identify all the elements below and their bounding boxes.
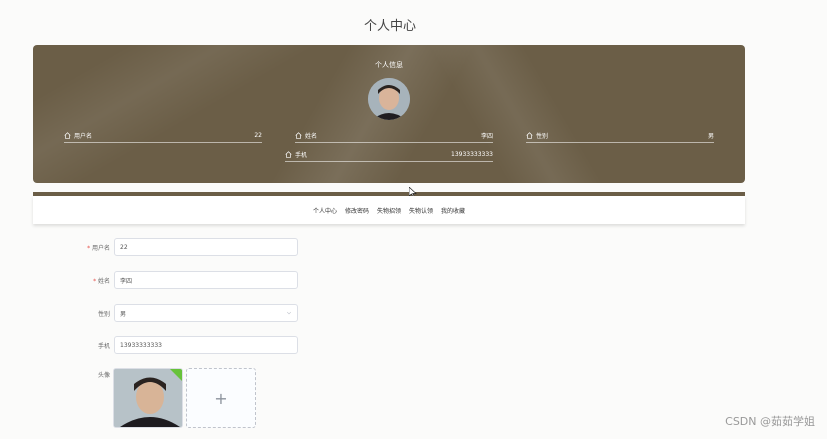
username-label: 用户名 — [91, 244, 110, 252]
form-row-name: * 姓名 李四 — [60, 271, 298, 289]
form-row-username: * 用户名 22 — [60, 238, 298, 256]
avatar-preview[interactable] — [113, 368, 183, 428]
banner-title: 个人信息 — [375, 61, 403, 69]
nav-item-profile[interactable]: 个人中心 — [313, 206, 337, 215]
nav-item-change-password[interactable]: 修改密码 — [345, 206, 369, 215]
gender-value: 男 — [120, 310, 127, 318]
required-mark: * — [93, 277, 97, 285]
info-label: 姓名 — [305, 132, 318, 140]
info-value: 13933333333 — [451, 150, 493, 158]
avatar-image — [368, 78, 410, 120]
name-label: 姓名 — [97, 277, 110, 285]
required-mark: * — [87, 244, 91, 252]
upload-success-icon — [170, 369, 182, 381]
info-value: 22 — [254, 131, 262, 139]
info-name: 姓名 李四 — [295, 128, 493, 143]
phone-input[interactable]: 13933333333 — [114, 336, 298, 354]
nav-item-favorites[interactable]: 我的收藏 — [441, 206, 465, 215]
gender-label: 性别 — [97, 310, 110, 318]
chevron-down-icon — [286, 311, 292, 315]
info-label: 性别 — [536, 132, 549, 140]
profile-avatar — [368, 78, 410, 120]
form-row-gender: 性别 男 — [60, 304, 298, 322]
form-row-phone: 手机 13933333333 — [60, 336, 298, 354]
info-label: 手机 — [295, 151, 308, 159]
info-value: 李四 — [480, 132, 493, 140]
home-icon — [526, 131, 533, 139]
info-username: 用户名 22 — [64, 128, 262, 143]
form-row-avatar: 头像 — [60, 370, 114, 379]
nav-item-claims[interactable]: 失物认领 — [409, 206, 433, 215]
profile-nav: 个人中心 修改密码 失物招领 失物认领 我的收藏 — [33, 196, 745, 224]
name-input[interactable]: 李四 — [114, 271, 298, 289]
profile-banner: 个人信息 用户名 22 姓名 李四 性别 男 手机 13933333333 — [33, 45, 745, 183]
plus-icon: + — [214, 388, 228, 408]
page-title: 个人中心 — [363, 19, 416, 34]
phone-label: 手机 — [97, 342, 110, 350]
avatar-label: 头像 — [97, 372, 110, 379]
username-input[interactable]: 22 — [114, 238, 298, 256]
info-gender: 性别 男 — [526, 128, 714, 143]
avatar-upload-button[interactable]: + — [186, 368, 256, 428]
gender-select[interactable]: 男 — [114, 304, 298, 322]
username-value: 22 — [120, 243, 128, 251]
nav-item-lost-found[interactable]: 失物招领 — [377, 206, 401, 215]
home-icon — [295, 131, 302, 139]
watermark: CSDN @茹茹学姐 — [725, 415, 815, 428]
info-value: 男 — [707, 132, 714, 140]
info-label: 用户名 — [74, 132, 93, 140]
info-phone: 手机 13933333333 — [285, 147, 493, 162]
name-value: 李四 — [120, 277, 133, 285]
phone-value: 13933333333 — [120, 341, 162, 349]
home-icon — [64, 131, 71, 139]
home-icon — [285, 150, 292, 158]
